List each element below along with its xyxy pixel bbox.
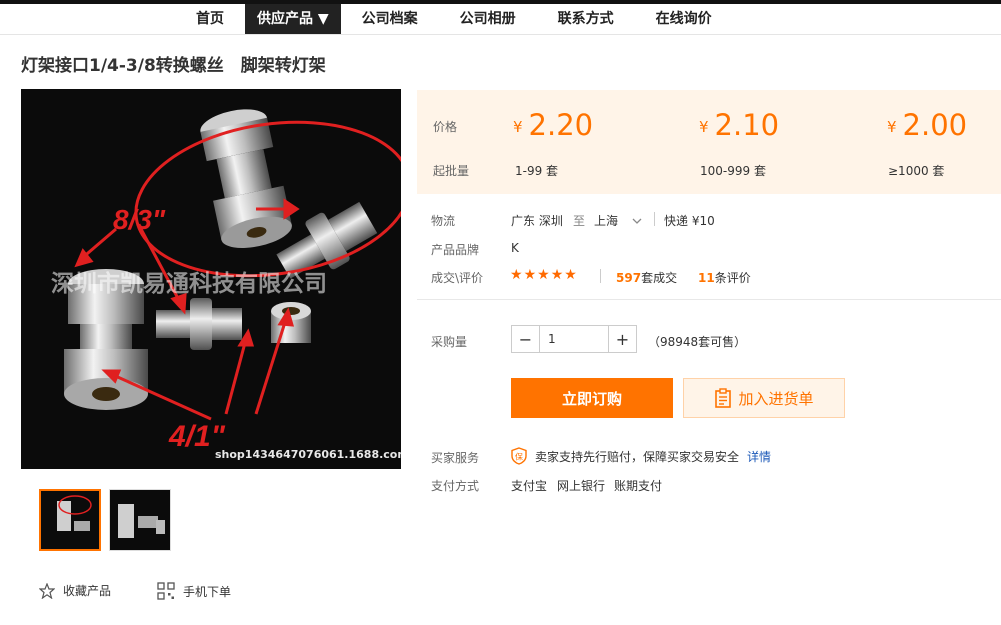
- divider: [654, 212, 655, 226]
- payment-method-credit: 账期支付: [614, 479, 663, 493]
- screw-adapter-illustration: 8/3" 4/1" 深圳市凯易通科技有限公司 shop1434647076061…: [51, 109, 401, 461]
- nav-inquiry[interactable]: 在线询价: [635, 4, 733, 34]
- price-tier-2-value: 2.10: [714, 108, 780, 142]
- add-to-cart-button[interactable]: 加入进货单: [683, 378, 845, 418]
- chevron-down-icon: [632, 218, 642, 224]
- price-tier-2-range: 100-999 套: [700, 164, 766, 178]
- destination-value: 上海: [594, 214, 619, 228]
- nav-company-profile[interactable]: 公司档案: [341, 4, 439, 34]
- mobile-order-label: 手机下单: [183, 584, 232, 599]
- image-watermark: 深圳市凯易通科技有限公司: [51, 270, 327, 297]
- quantity-label: 采购量: [431, 335, 468, 349]
- deals-label: 成交\评价: [431, 271, 484, 285]
- brand-label: 产品品牌: [431, 243, 480, 257]
- qr-code-icon: [157, 582, 175, 600]
- thumbnail-2-image: [118, 504, 165, 538]
- shield-icon: 保: [511, 447, 527, 465]
- brand-value: K: [511, 241, 519, 255]
- divider: [600, 269, 601, 283]
- sold-count-link[interactable]: 597套成交: [616, 269, 677, 286]
- main-nav: 首页 供应产品 ▼ 公司档案 公司相册 联系方式 在线询价: [175, 4, 733, 34]
- rating-stars: ★★★★★: [510, 267, 578, 283]
- thumbnail-1-image: [57, 495, 92, 531]
- decrease-button[interactable]: −: [512, 326, 539, 352]
- svg-text:保: 保: [515, 452, 523, 462]
- review-count: 11: [698, 271, 715, 285]
- clipboard-icon: [715, 388, 732, 408]
- buy-now-button[interactable]: 立即订购: [511, 378, 673, 418]
- product-title: 灯架接口1/4-3/8转换螺丝 脚架转灯架: [21, 56, 326, 76]
- nav-products[interactable]: 供应产品 ▼: [245, 4, 341, 34]
- favorite-product-label: 收藏产品: [63, 584, 112, 598]
- thread-label-top: 8/3": [113, 204, 166, 235]
- stock-available: （98948套可售）: [648, 335, 747, 349]
- shipping-fee: 快递 ¥10: [664, 214, 715, 228]
- review-suffix: 条评价: [714, 271, 751, 285]
- increase-button[interactable]: +: [609, 326, 636, 352]
- star-icon: ★: [537, 267, 551, 283]
- service-label: 买家服务: [431, 451, 480, 465]
- section-divider: [417, 299, 1001, 300]
- currency-symbol: ¥: [887, 118, 897, 136]
- payment-method-online-bank: 网上银行: [557, 479, 606, 493]
- nav-home[interactable]: 首页: [175, 4, 245, 34]
- image-shop-url: shop1434647076061.1688.com: [215, 448, 401, 461]
- sold-suffix: 套成交: [641, 271, 678, 285]
- price-panel: 价格 起批量 ¥2.20 ¥2.10 ¥2.00 1-99 套 100-999 …: [417, 90, 1001, 194]
- price-tier-3-range: ≥1000 套: [888, 164, 945, 178]
- logistics-to-word: 至: [573, 214, 586, 228]
- review-count-link[interactable]: 11条评价: [698, 269, 751, 286]
- payment-method-alipay: 支付宝: [511, 479, 548, 493]
- price-tier-1-range: 1-99 套: [515, 164, 559, 178]
- nav-divider: [0, 34, 1001, 35]
- price-tier-3: ¥2.00: [887, 108, 967, 142]
- star-outline-icon: [39, 582, 55, 599]
- destination-select[interactable]: 上海: [594, 212, 642, 229]
- currency-symbol: ¥: [513, 118, 523, 136]
- service-info: 保 卖家支持先行赔付，保障买家交易安全 详情: [511, 447, 771, 465]
- star-icon: ★: [510, 267, 524, 283]
- price-tier-1: ¥2.20: [513, 108, 593, 142]
- logistics-label: 物流: [431, 214, 456, 228]
- price-label: 价格: [433, 120, 458, 134]
- logistics-from: 广东 深圳: [511, 214, 563, 228]
- payment-label: 支付方式: [431, 479, 480, 493]
- service-text: 卖家支持先行赔付，保障买家交易安全: [535, 449, 740, 464]
- thumbnail-1[interactable]: [39, 489, 101, 551]
- star-icon: ★: [550, 267, 565, 283]
- quantity-stepper: − +: [511, 325, 637, 353]
- product-main-image[interactable]: 8/3" 4/1" 深圳市凯易通科技有限公司 shop1434647076061…: [21, 89, 401, 469]
- mobile-order-button[interactable]: 手机下单: [157, 582, 231, 600]
- favorite-product-button[interactable]: 收藏产品: [39, 582, 111, 599]
- nav-contact[interactable]: 联系方式: [537, 4, 635, 34]
- thumbnail-2[interactable]: [109, 489, 171, 551]
- sold-count: 597: [616, 271, 642, 285]
- price-tier-3-value: 2.00: [902, 108, 968, 142]
- quantity-input[interactable]: [539, 326, 609, 352]
- star-icon: ★: [564, 267, 578, 283]
- add-to-cart-label: 加入进货单: [738, 389, 814, 408]
- service-detail-link[interactable]: 详情: [747, 448, 771, 465]
- moq-label: 起批量: [433, 164, 470, 178]
- price-tier-2: ¥2.10: [699, 108, 779, 142]
- currency-symbol: ¥: [699, 118, 709, 136]
- nav-company-album[interactable]: 公司相册: [439, 4, 537, 34]
- star-icon: ★: [523, 267, 538, 283]
- price-tier-1-value: 2.20: [528, 108, 594, 142]
